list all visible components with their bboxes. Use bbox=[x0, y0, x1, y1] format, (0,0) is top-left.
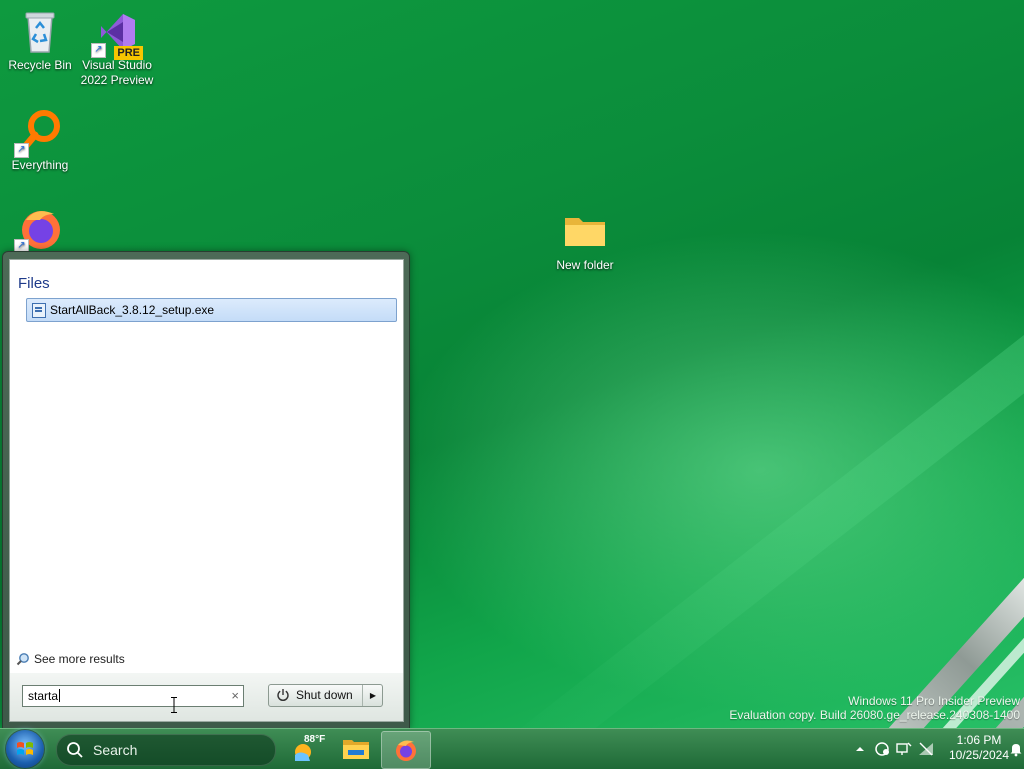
taskbar-search-label: Search bbox=[93, 742, 138, 758]
shortcut-arrow-icon: ↗ bbox=[91, 43, 106, 58]
power-icon bbox=[276, 688, 290, 702]
desktop-icon-new-folder[interactable]: New folder bbox=[545, 208, 625, 273]
clock-date: 10/25/2024 bbox=[948, 748, 1010, 762]
search-result-label: StartAllBack_3.8.12_setup.exe bbox=[50, 303, 215, 317]
shut-down-button[interactable]: Shut down ▶ bbox=[268, 684, 383, 707]
installer-file-icon bbox=[32, 303, 46, 318]
shut-down-label: Shut down bbox=[296, 688, 353, 702]
see-more-results-link[interactable]: See more results bbox=[16, 652, 125, 666]
start-search-input[interactable]: starta × bbox=[22, 685, 244, 707]
network-icon[interactable] bbox=[896, 741, 912, 757]
results-section-heading: Files bbox=[18, 275, 50, 292]
clock-time: 1:06 PM bbox=[956, 733, 1002, 747]
search-result-item[interactable]: StartAllBack_3.8.12_setup.exe bbox=[26, 298, 397, 322]
desktop-icon-firefox[interactable]: ↗ bbox=[0, 204, 80, 254]
magnifier-icon bbox=[16, 652, 30, 666]
search-input-value: starta bbox=[28, 689, 59, 703]
no-internet-icon[interactable] bbox=[918, 741, 934, 757]
start-menu: Files StartAllBack_3.8.12_setup.exe See … bbox=[2, 251, 410, 729]
text-caret bbox=[59, 689, 61, 702]
recycle-bin-icon bbox=[16, 8, 64, 56]
search-icon bbox=[66, 741, 84, 759]
clear-search-icon[interactable]: × bbox=[231, 686, 239, 706]
weather-widget[interactable]: 88°F bbox=[290, 733, 330, 767]
firefox-icon bbox=[394, 738, 418, 767]
desktop-icon-recycle-bin[interactable]: Recycle Bin bbox=[0, 8, 80, 73]
shortcut-arrow-icon: ↗ bbox=[14, 143, 29, 158]
visual-studio-icon: ↗ PRE bbox=[91, 8, 143, 60]
firefox-icon: ↗ bbox=[14, 204, 64, 254]
windows-logo-icon bbox=[16, 740, 34, 758]
notification-bell-icon[interactable] bbox=[1008, 741, 1024, 757]
taskbar-file-explorer[interactable] bbox=[332, 731, 380, 767]
desktop-icon-everything[interactable]: ↗ Everything bbox=[0, 108, 80, 173]
desktop-icon-visual-studio[interactable]: ↗ PRE Visual Studio 2022 Preview bbox=[77, 8, 157, 88]
build-watermark: Windows 11 Pro Insider Preview Evaluatio… bbox=[729, 694, 1020, 722]
taskbar-search-box[interactable]: Search bbox=[56, 734, 276, 766]
folder-icon bbox=[342, 737, 370, 766]
see-more-label: See more results bbox=[34, 652, 125, 666]
shut-down-options-arrow-icon[interactable]: ▶ bbox=[362, 685, 383, 706]
system-tray: 1:06 PM 10/25/2024 bbox=[834, 729, 1024, 769]
weather-temperature: 88°F bbox=[304, 734, 326, 745]
search-results-pane: Files StartAllBack_3.8.12_setup.exe See … bbox=[9, 259, 404, 674]
start-button[interactable] bbox=[6, 730, 44, 768]
show-hidden-icons-chevron-up-icon[interactable] bbox=[852, 741, 868, 757]
taskbar: Search 88°F 1:06 PM 10/25/2024 bbox=[0, 728, 1024, 769]
taskbar-firefox[interactable] bbox=[381, 731, 431, 769]
security-shield-icon[interactable] bbox=[874, 741, 890, 757]
everything-magnifier-icon: ↗ bbox=[14, 108, 64, 158]
start-menu-bottom-bar: starta × Shut down ▶ bbox=[9, 673, 404, 722]
pre-badge: PRE bbox=[114, 46, 143, 60]
text-cursor-icon bbox=[171, 697, 177, 713]
folder-icon bbox=[561, 208, 609, 256]
taskbar-clock[interactable]: 1:06 PM 10/25/2024 bbox=[944, 733, 1014, 763]
